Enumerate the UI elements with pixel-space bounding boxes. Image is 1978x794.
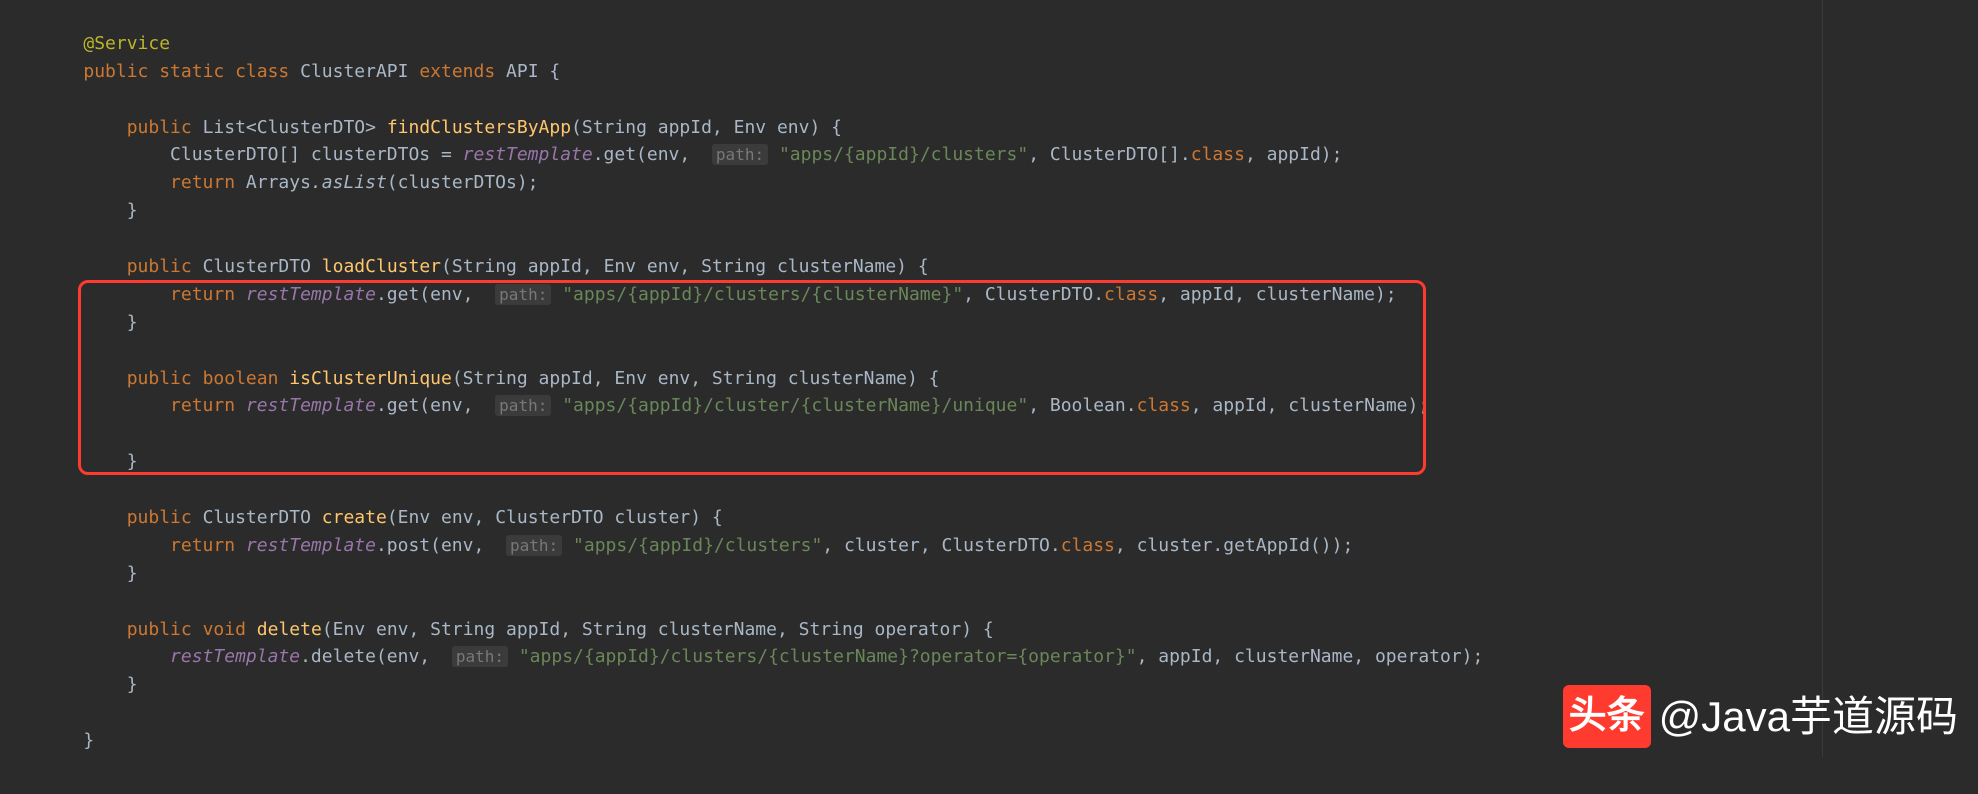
- code-line: return restTemplate.get(env, path: "apps…: [40, 284, 1397, 305]
- code-line: return restTemplate.get(env, path: "apps…: [40, 395, 1429, 416]
- code-line: [40, 89, 51, 110]
- code-line: ClusterDTO[] clusterDTOs = restTemplate.…: [40, 144, 1342, 165]
- code-line: }: [40, 674, 138, 695]
- code-line: @Service: [40, 33, 170, 54]
- code-line: [40, 702, 51, 723]
- code-line: }: [40, 451, 138, 472]
- watermark: 头条 @Java芋道源码: [1563, 684, 1958, 749]
- watermark-logo: 头条: [1563, 685, 1651, 748]
- code-line: }: [40, 200, 138, 221]
- code-line: [40, 423, 51, 444]
- code-line: [40, 591, 51, 612]
- code-line: }: [40, 563, 138, 584]
- code-line: }: [40, 312, 138, 333]
- code-line: public boolean isClusterUnique(String ap…: [40, 368, 940, 389]
- code-line: return restTemplate.post(env, path: "app…: [40, 535, 1353, 556]
- code-line: [40, 340, 51, 361]
- code-line: }: [40, 730, 94, 751]
- code-line: [40, 228, 51, 249]
- annotation: @Service: [83, 33, 170, 54]
- code-line: return Arrays.asList(clusterDTOs);: [40, 172, 539, 193]
- code-line: public void delete(Env env, String appId…: [40, 619, 994, 640]
- code-line: [40, 479, 51, 500]
- code-line: public ClusterDTO loadCluster(String app…: [40, 256, 929, 277]
- watermark-text: @Java芋道源码: [1659, 684, 1958, 749]
- code-line: public ClusterDTO create(Env env, Cluste…: [40, 507, 723, 528]
- code-line: restTemplate.delete(env, path: "apps/{ap…: [40, 646, 1483, 667]
- code-line: public static class ClusterAPI extends A…: [40, 61, 560, 82]
- code-editor: @Service public static class ClusterAPI …: [40, 2, 1978, 755]
- code-line: public List<ClusterDTO> findClustersByAp…: [40, 117, 842, 138]
